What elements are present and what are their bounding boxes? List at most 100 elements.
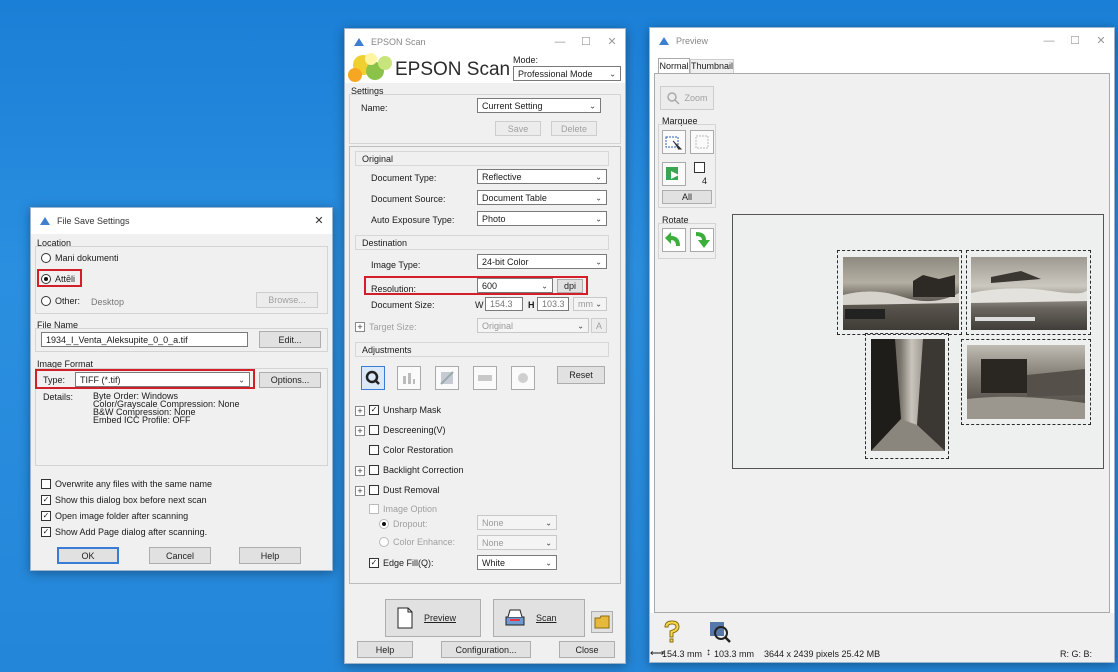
edge-fill-checkbox[interactable]: ✓ Edge Fill(Q): bbox=[369, 558, 434, 568]
color-restoration-label: Color Restoration bbox=[383, 445, 454, 455]
checkbox-icon bbox=[369, 504, 379, 514]
doc-size-label: Document Size: bbox=[371, 300, 435, 310]
mode-select[interactable]: Professional Mode ⌄ bbox=[513, 66, 621, 81]
chevron-down-icon: ⌄ bbox=[595, 257, 602, 266]
radio-icon bbox=[41, 253, 51, 263]
expand-icon[interactable]: + bbox=[355, 406, 365, 416]
file-save-settings-button[interactable] bbox=[591, 611, 613, 633]
color-enhance-value: None bbox=[482, 537, 504, 548]
backlight-label: Backlight Correction bbox=[383, 465, 464, 475]
chevron-down-icon: ⌄ bbox=[545, 538, 552, 547]
browse-button[interactable]: Browse... bbox=[256, 292, 318, 308]
highlight-box bbox=[35, 369, 255, 389]
auto-exposure-select[interactable]: Photo ⌄ bbox=[477, 211, 607, 226]
help-icon[interactable] bbox=[658, 618, 686, 646]
chevron-down-icon: ⌄ bbox=[595, 172, 602, 181]
minimize-icon[interactable]: — bbox=[1036, 28, 1062, 54]
rotate-left-icon[interactable] bbox=[662, 228, 686, 252]
color-balance-icon[interactable] bbox=[511, 366, 535, 390]
marquee-delete-icon[interactable] bbox=[690, 130, 714, 154]
unsharp-label: Unsharp Mask bbox=[383, 405, 442, 415]
expand-icon[interactable]: + bbox=[355, 426, 365, 436]
delete-button[interactable]: Delete bbox=[551, 121, 597, 136]
marquee-select-icon[interactable] bbox=[662, 130, 686, 154]
backlight-checkbox[interactable]: Backlight Correction bbox=[369, 465, 464, 475]
checkmark-icon: ✓ bbox=[369, 558, 379, 568]
help-button[interactable]: Help bbox=[357, 641, 413, 658]
density-zoom-icon[interactable] bbox=[706, 618, 734, 646]
dropout-radio[interactable]: Dropout: bbox=[379, 519, 428, 529]
details-label: Details: bbox=[43, 392, 74, 402]
scan-button[interactable]: Scan bbox=[493, 599, 585, 637]
maximize-icon[interactable]: ☐ bbox=[1062, 28, 1088, 54]
dropout-select[interactable]: None ⌄ bbox=[477, 515, 557, 530]
tone-correction-icon[interactable] bbox=[397, 366, 421, 390]
show-dialog-checkbox[interactable]: ✓ Show this dialog box before next scan bbox=[41, 495, 207, 505]
other-path: Desktop bbox=[91, 297, 125, 307]
doc-source-select[interactable]: Document Table ⌄ bbox=[477, 190, 607, 205]
reset-button[interactable]: Reset bbox=[557, 366, 605, 384]
color-enhance-select[interactable]: None ⌄ bbox=[477, 535, 557, 550]
ok-button[interactable]: OK bbox=[57, 547, 119, 564]
close-icon[interactable]: ✕ bbox=[599, 29, 625, 55]
name-select[interactable]: Current Setting ⌄ bbox=[477, 98, 601, 113]
zoom-button[interactable]: Zoom bbox=[660, 86, 714, 110]
name-value: Current Setting bbox=[482, 100, 543, 111]
close-icon[interactable]: ✕ bbox=[306, 208, 332, 234]
configuration-button[interactable]: Configuration... bbox=[441, 641, 531, 658]
color-enhance-label: Color Enhance: bbox=[393, 537, 456, 547]
height-arrows-icon: ↕ bbox=[706, 647, 711, 658]
descreening-checkbox[interactable]: Descreening(V) bbox=[369, 425, 446, 435]
scanned-photo-river bbox=[843, 257, 959, 330]
maximize-icon[interactable]: ☐ bbox=[573, 29, 599, 55]
color-restoration-checkbox[interactable]: Color Restoration bbox=[369, 445, 453, 455]
filename-field[interactable]: 1934_I_Venta_Aleksupite_0_0_a.tif bbox=[41, 332, 248, 347]
unit-value: mm bbox=[578, 299, 593, 309]
add-page-checkbox[interactable]: ✓ Show Add Page dialog after scanning. bbox=[41, 527, 207, 537]
minimize-icon[interactable]: — bbox=[547, 29, 573, 55]
status-height: 103.3 mm bbox=[714, 649, 755, 659]
color-enhance-radio[interactable]: Color Enhance: bbox=[379, 537, 455, 547]
open-folder-checkbox[interactable]: ✓ Open image folder after scanning bbox=[41, 511, 188, 521]
show-dialog-label: Show this dialog box before next scan bbox=[55, 495, 207, 505]
checkbox-icon bbox=[369, 425, 379, 435]
help-button[interactable]: Help bbox=[239, 547, 301, 564]
rotate-right-icon[interactable] bbox=[690, 228, 714, 252]
save-button[interactable]: Save bbox=[495, 121, 541, 136]
preview-button[interactable]: Preview bbox=[385, 599, 481, 637]
expand-icon[interactable]: + bbox=[355, 486, 365, 496]
expand-icon[interactable]: + bbox=[355, 466, 365, 476]
image-type-select[interactable]: 24-bit Color ⌄ bbox=[477, 254, 607, 269]
scanned-photo-street bbox=[871, 339, 945, 451]
options-button[interactable]: Options... bbox=[259, 372, 321, 388]
histogram-adjust-icon[interactable] bbox=[361, 366, 385, 390]
edit-button[interactable]: Edit... bbox=[259, 331, 321, 348]
radio-other[interactable]: Other: bbox=[41, 296, 80, 306]
image-adjust-icon[interactable] bbox=[435, 366, 459, 390]
target-size-select[interactable]: Original ⌄ bbox=[477, 318, 589, 333]
marquee-copy-icon[interactable] bbox=[662, 162, 686, 186]
expand-icon[interactable]: + bbox=[355, 322, 365, 332]
unsharp-checkbox[interactable]: ✓ Unsharp Mask bbox=[369, 405, 441, 415]
color-palette-icon[interactable] bbox=[473, 366, 497, 390]
close-icon[interactable]: ✕ bbox=[1088, 28, 1114, 54]
checkmark-icon: ✓ bbox=[41, 527, 51, 537]
all-button[interactable]: All bbox=[662, 190, 712, 204]
edge-fill-select[interactable]: White ⌄ bbox=[477, 555, 557, 570]
doc-type-select[interactable]: Reflective ⌄ bbox=[477, 169, 607, 184]
tab-thumbnail[interactable]: Thumbnail bbox=[690, 59, 734, 73]
target-size-lock-button[interactable]: A bbox=[591, 318, 607, 333]
image-option-checkbox[interactable]: Image Option bbox=[369, 504, 437, 514]
width-field[interactable]: 154.3 bbox=[485, 297, 523, 311]
close-button[interactable]: Close bbox=[559, 641, 615, 658]
unit-select[interactable]: mm ⌄ bbox=[573, 297, 607, 311]
overwrite-checkbox[interactable]: Overwrite any files with the same name bbox=[41, 479, 212, 489]
radio-docs[interactable]: Mani dokumenti bbox=[41, 253, 119, 263]
tab-normal[interactable]: Normal bbox=[658, 58, 690, 73]
height-field[interactable]: 103.3 bbox=[537, 297, 569, 311]
preview-label: Preview bbox=[424, 613, 457, 623]
chevron-down-icon: ⌄ bbox=[595, 299, 602, 309]
dust-removal-checkbox[interactable]: Dust Removal bbox=[369, 485, 440, 495]
checkbox-icon bbox=[369, 445, 379, 455]
cancel-button[interactable]: Cancel bbox=[149, 547, 211, 564]
